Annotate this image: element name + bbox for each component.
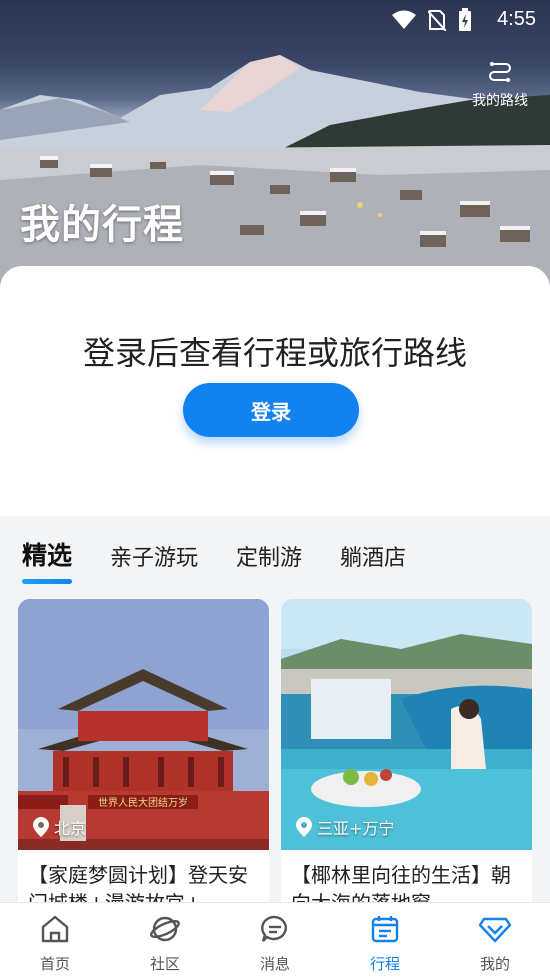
nav-messages[interactable]: 消息: [220, 903, 330, 977]
trip-card-sanya[interactable]: 三亚+万宁 【椰林里向往的生活】朝向大海的落地窗: [281, 599, 532, 919]
my-route-button[interactable]: 我的路线: [468, 60, 532, 110]
card-location: 北京: [32, 815, 86, 839]
no-sim-icon: [427, 9, 447, 36]
card-location-label: 三亚+万宁: [317, 819, 395, 838]
planet-icon: [149, 916, 181, 949]
tiananmen-image: 世界人民大团结万岁: [18, 599, 269, 850]
page-title: 我的行程: [20, 202, 184, 248]
card-location-label: 北京: [54, 819, 87, 838]
tab-featured[interactable]: 精选: [22, 536, 73, 584]
nav-home-label: 首页: [39, 955, 70, 973]
message-icon: [259, 915, 291, 949]
nav-trips[interactable]: 行程: [330, 903, 440, 977]
nav-home[interactable]: 首页: [0, 903, 110, 977]
hero-banner: 4:55 我的路线 我的行程: [0, 0, 550, 290]
nav-profile[interactable]: 我的: [440, 903, 550, 977]
tab-custom-tour[interactable]: 定制游: [236, 540, 302, 572]
calendar-icon: [369, 916, 401, 949]
status-time: 4:55: [497, 8, 536, 30]
route-icon: [488, 62, 512, 88]
my-route-label: 我的路线: [472, 93, 528, 109]
battery-charging-icon: [458, 8, 472, 37]
tab-hotel-stay[interactable]: 躺酒店: [340, 540, 406, 572]
nav-trips-label: 行程: [369, 955, 400, 973]
bottom-navigation: 首页 社区 消息 行程 我的: [0, 902, 550, 977]
login-button[interactable]: 登录: [183, 383, 359, 437]
nav-messages-label: 消息: [259, 955, 290, 973]
nav-profile-label: 我的: [479, 955, 510, 973]
nav-community-label: 社区: [149, 955, 180, 973]
sanya-resort-image: [281, 599, 532, 850]
location-pin-icon: [296, 817, 312, 837]
login-card: 登录后查看行程或旅行路线 登录: [0, 266, 550, 516]
home-icon: [39, 915, 71, 949]
trip-card-beijing[interactable]: 世界人民大团结万岁 北京 【家庭梦圆计划】登天安门城楼+漫游故宫+: [18, 599, 269, 919]
location-pin-icon: [33, 817, 49, 837]
diamond-icon: [478, 917, 512, 949]
wifi-icon: [392, 10, 416, 35]
tab-family-fun[interactable]: 亲子游玩: [110, 540, 198, 572]
category-tabs: 精选 亲子游玩 定制游 躺酒店: [22, 536, 444, 584]
card-location: 三亚+万宁: [295, 815, 394, 839]
gate-slogan-text: 世界人民大团结万岁: [98, 796, 188, 809]
status-bar: 4:55: [0, 0, 550, 38]
nav-community[interactable]: 社区: [110, 903, 220, 977]
login-prompt-text: 登录后查看行程或旅行路线: [82, 334, 467, 372]
